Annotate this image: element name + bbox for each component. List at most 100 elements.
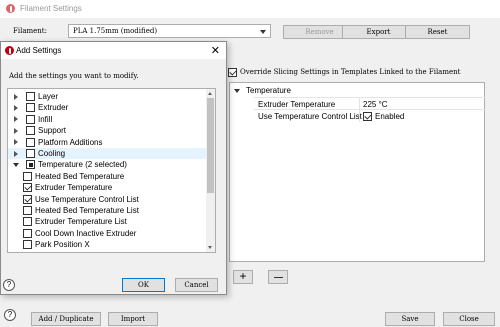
setting-row: Extruder Temperature 225 °C [254,97,485,110]
filament-select[interactable]: PLA 1.75mm (modified) [68,24,271,38]
filament-select-value: PLA 1.75mm (modified) [73,27,158,35]
import-button[interactable]: Import [108,312,158,326]
temperature-control-checkbox[interactable] [363,111,372,121]
tree-item-checkbox[interactable] [26,114,35,124]
setting-value[interactable]: 225 °C [363,100,388,109]
setting-key: Use Temperature Control List [258,111,362,121]
close-icon[interactable]: ✕ [211,44,220,57]
tree-item-label: Park Position Y [35,252,90,253]
tree-item[interactable]: Platform Additions [8,137,207,148]
tree-item[interactable]: Cooling [8,148,207,159]
expand-right-icon[interactable] [14,127,18,134]
tree-item-checkbox[interactable] [23,206,32,215]
ok-button[interactable]: OK [122,278,165,292]
tree-expander[interactable] [12,127,20,134]
tree-item-label: Layer [38,92,59,101]
main-window-title: Filament Settings [20,4,82,13]
tree-item[interactable]: Cool Down Inactive Extruder [8,228,207,239]
setting-key: Extruder Temperature [258,99,336,109]
tree-item-label: Extruder Temperature List [35,217,127,227]
tree-item-checkbox[interactable] [26,92,35,101]
tree-expander[interactable] [12,93,20,100]
expand-right-icon[interactable] [14,139,18,146]
tree-item-label: Use Temperature Control List [35,194,139,204]
add-duplicate-button[interactable]: Add / Duplicate [31,312,101,326]
setting-row: Use Temperature Control List Enabled [254,109,485,122]
tree-expander[interactable] [12,104,20,111]
reset-button[interactable]: Reset [405,25,470,39]
dialog-body: Add the settings you want to modify. Lay… [1,59,226,294]
expand-right-icon[interactable] [14,116,18,123]
tree-item-label: Platform Additions [38,137,103,147]
tree-item-checkbox[interactable] [26,149,35,158]
tree-item-checkbox[interactable] [23,251,32,252]
scroll-down-icon[interactable] [208,246,212,249]
tree-item-checkbox[interactable] [26,160,35,170]
cancel-button[interactable]: Cancel [175,278,218,292]
override-checkbox[interactable] [228,67,237,77]
tree-item-label: Cool Down Inactive Extruder [35,228,137,238]
scroll-up-icon[interactable] [208,92,212,95]
tree-item[interactable]: Use Temperature Control List [8,194,207,205]
tree-expander[interactable] [12,162,20,167]
expand-right-icon[interactable] [14,150,18,157]
tree-item[interactable]: Extruder Temperature [8,182,207,193]
tree-item-label: Extruder Temperature [35,183,113,193]
tree-item-checkbox[interactable] [23,194,32,204]
tree-item-checkbox[interactable] [26,137,35,147]
tree-item[interactable]: Temperature (2 selected) [8,159,207,170]
tree-item[interactable]: Heated Bed Temperature List [8,205,207,216]
tree-item-label: Cooling [38,149,66,158]
setting-value: Enabled [375,111,405,121]
tree-item-checkbox[interactable] [23,228,32,238]
tree-item[interactable]: Park Position X [8,239,207,250]
tree-expander[interactable] [12,139,20,146]
tree-expander[interactable] [12,150,20,157]
add-setting-button[interactable]: + [233,270,253,284]
chevron-down-icon [260,30,266,34]
remove-setting-button[interactable] [268,270,288,284]
tree-item-checkbox[interactable] [26,103,35,113]
tree-item-label: Support [38,126,67,136]
dialog-title: Add Settings [16,46,62,55]
save-button[interactable]: Save [385,312,435,326]
tree-expander[interactable] [12,116,20,123]
tree-item-label: Park Position X [35,240,90,250]
expand-right-icon[interactable] [14,104,18,111]
add-settings-dialog: Add Settings ✕ Add the settings you want… [0,41,227,295]
tree-item-label: Temperature (2 selected) [38,160,127,170]
close-button[interactable]: Close [443,312,495,326]
expand-down-icon [234,88,240,93]
temperature-group[interactable]: Temperature [234,86,291,95]
tree-item[interactable]: Support [8,125,207,136]
tree-item-label: Heated Bed Temperature List [35,206,139,215]
temperature-group-label: Temperature [246,86,291,95]
expand-down-icon[interactable] [13,162,19,167]
tree-item-checkbox[interactable] [26,126,35,136]
settings-table: Extruder Temperature 225 °C Use Temperat… [254,97,485,122]
tree-item-checkbox[interactable] [23,171,32,181]
tree-item-label: Extruder [38,103,69,113]
tree-item[interactable]: Extruder [8,102,207,113]
dialog-description: Add the settings you want to modify. [9,72,139,80]
tree-item[interactable]: Layer [8,91,207,102]
tree-item[interactable]: Infill [8,114,207,125]
settings-tree: Layer Extruder Infill Support Platform Addit… [7,88,216,253]
scroll-thumb[interactable] [207,98,214,193]
override-row[interactable]: Override Slicing Settings in Templates L… [228,67,460,77]
override-label: Override Slicing Settings in Templates L… [240,68,461,76]
filament-label: Filament: [13,27,47,35]
tree-item-checkbox[interactable] [23,183,32,193]
tree-item-checkbox[interactable] [23,217,32,227]
tree-item-label: Infill [38,114,53,124]
help-icon[interactable]: ? [4,309,16,321]
settings-panel: Temperature Extruder Temperature 225 °C … [229,82,485,262]
tree-item-checkbox[interactable] [23,240,32,250]
tree-item[interactable]: Extruder Temperature List [8,216,207,227]
tree-scrollbar[interactable] [206,89,215,252]
tree-item[interactable]: Heated Bed Temperature [8,171,207,182]
expand-right-icon[interactable] [14,93,18,100]
help-icon[interactable]: ? [3,279,15,291]
tree-item[interactable]: Park Position Y [8,251,207,253]
app-icon [6,4,15,13]
